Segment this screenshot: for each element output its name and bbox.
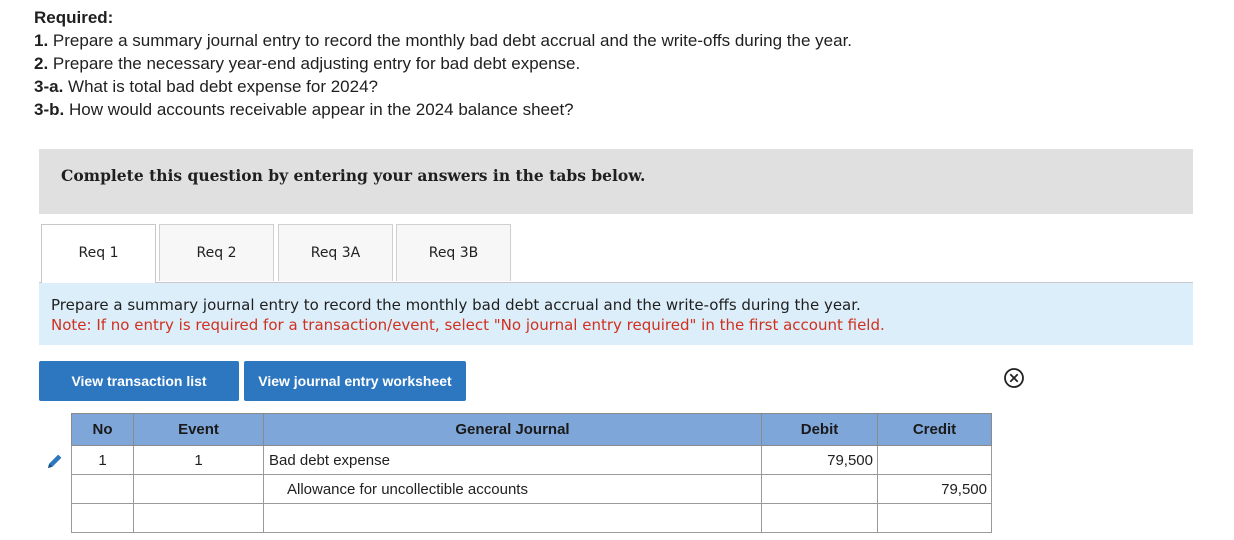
required-item-2: 2. Prepare the necessary year-end adjust… xyxy=(34,54,581,73)
cell-no xyxy=(71,474,134,504)
col-header-general-journal: General Journal xyxy=(263,413,762,446)
table-row: 1 1 Bad debt expense 79,500 xyxy=(71,445,992,475)
cell-credit[interactable] xyxy=(877,445,992,475)
col-header-credit: Credit xyxy=(877,413,992,446)
required-item-3a: 3-a. What is total bad debt expense for … xyxy=(34,77,379,96)
close-circle-icon[interactable] xyxy=(1003,367,1025,389)
table-row xyxy=(71,503,992,533)
prompt-note: Note: If no entry is required for a tran… xyxy=(51,316,885,334)
required-item-1: 1. Prepare a summary journal entry to re… xyxy=(34,31,853,50)
cell-event xyxy=(133,503,264,533)
journal-header-row: No Event General Journal Debit Credit xyxy=(71,413,992,446)
cell-event: 1 xyxy=(133,445,264,475)
cell-debit[interactable]: 79,500 xyxy=(761,445,878,475)
cell-account[interactable] xyxy=(263,503,762,533)
tab-req-1[interactable]: Req 1 xyxy=(41,224,156,283)
required-section: Required: 1. Prepare a summary journal e… xyxy=(34,6,852,121)
cell-credit[interactable] xyxy=(877,503,992,533)
col-header-debit: Debit xyxy=(761,413,878,446)
pencil-icon[interactable] xyxy=(45,451,65,471)
cell-debit[interactable] xyxy=(761,503,878,533)
col-header-no: No xyxy=(71,413,134,446)
required-item-3b: 3-b. How would accounts receivable appea… xyxy=(34,100,574,119)
cell-no: 1 xyxy=(71,445,134,475)
cell-credit[interactable]: 79,500 xyxy=(877,474,992,504)
tab-req-3a[interactable]: Req 3A xyxy=(278,224,393,281)
cell-event xyxy=(133,474,264,504)
prompt-text: Prepare a summary journal entry to recor… xyxy=(51,296,861,314)
instruction-text: Complete this question by entering your … xyxy=(61,166,646,185)
cell-no xyxy=(71,503,134,533)
tab-req-3b[interactable]: Req 3B xyxy=(396,224,511,281)
general-journal-table: No Event General Journal Debit Credit 1 … xyxy=(71,413,992,533)
view-transaction-list-button[interactable]: View transaction list xyxy=(39,361,239,401)
table-row: Allowance for uncollectible accounts 79,… xyxy=(71,474,992,504)
cell-debit[interactable] xyxy=(761,474,878,504)
cell-account[interactable]: Allowance for uncollectible accounts xyxy=(263,474,762,504)
required-heading: Required: xyxy=(34,8,114,27)
cell-account[interactable]: Bad debt expense xyxy=(263,445,762,475)
prompt-panel: Prepare a summary journal entry to recor… xyxy=(39,283,1193,345)
view-journal-entry-worksheet-button[interactable]: View journal entry worksheet xyxy=(244,361,466,401)
tab-req-2[interactable]: Req 2 xyxy=(159,224,274,281)
instruction-banner: Complete this question by entering your … xyxy=(39,149,1193,214)
col-header-event: Event xyxy=(133,413,264,446)
